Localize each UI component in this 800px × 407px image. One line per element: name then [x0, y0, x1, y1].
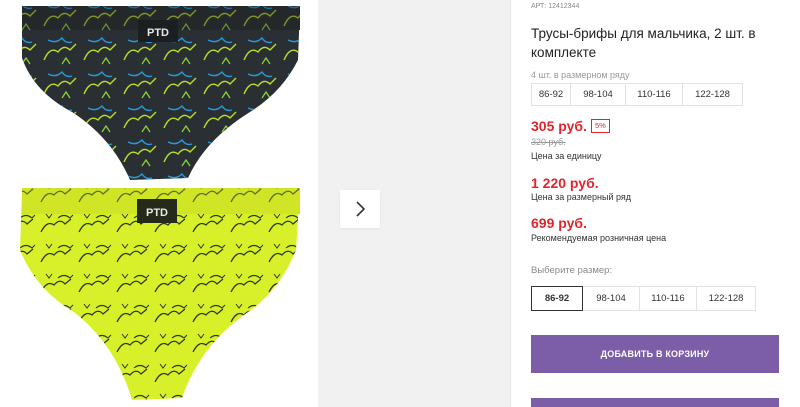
- unit-price: 305 руб.: [531, 118, 587, 134]
- pack-size: 110-116: [625, 83, 683, 106]
- brand-tag: PTD: [147, 27, 169, 39]
- pack-size: 98-104: [570, 83, 626, 106]
- rrp-label: Рекомендуемая розничная цена: [531, 233, 667, 243]
- discount-badge: 5%: [590, 119, 610, 133]
- column-divider: [510, 0, 511, 407]
- pack-size: 122-128: [682, 83, 743, 106]
- pack-size-list: 86-92 98-104 110-116 122-128: [531, 83, 743, 106]
- size-selector: 86-92 98-104 110-116 122-128: [531, 286, 756, 311]
- chevron-right-icon: [356, 201, 366, 217]
- product-title: Трусы-брифы для мальчика, 2 шт. в компле…: [531, 26, 756, 60]
- unit-price-label: Цена за единицу: [531, 151, 602, 161]
- product-sku: АРТ: 12412344: [531, 3, 580, 10]
- size-option-selected[interactable]: 86-92: [531, 286, 583, 311]
- unit-price-block: 305 руб. 5%: [531, 118, 610, 134]
- next-image-button[interactable]: [340, 190, 380, 228]
- rrp-price: 699 руб.: [531, 215, 587, 231]
- size-row-price-label: Цена за размерный ряд: [531, 192, 632, 202]
- product-gallery: PTD PTD: [0, 0, 510, 407]
- size-option[interactable]: 122-128: [696, 286, 756, 311]
- size-option[interactable]: 98-104: [582, 286, 640, 311]
- size-option[interactable]: 110-116: [639, 286, 697, 311]
- choose-size-label: Выберите размер:: [531, 265, 613, 276]
- add-to-cart-button[interactable]: ДОБАВИТЬ В КОРЗИНУ: [531, 335, 779, 373]
- pack-size: 86-92: [531, 83, 571, 106]
- brand-tag: PTD: [146, 207, 168, 219]
- size-row-price: 1 220 руб.: [531, 175, 599, 191]
- briefs-illustration: PTD PTD: [20, 6, 300, 400]
- pack-note: 4 шт. в размерном ряду: [531, 70, 630, 80]
- product-image[interactable]: PTD PTD: [0, 0, 318, 407]
- secondary-action-button[interactable]: [531, 398, 779, 407]
- old-price: 320 руб.: [531, 137, 566, 147]
